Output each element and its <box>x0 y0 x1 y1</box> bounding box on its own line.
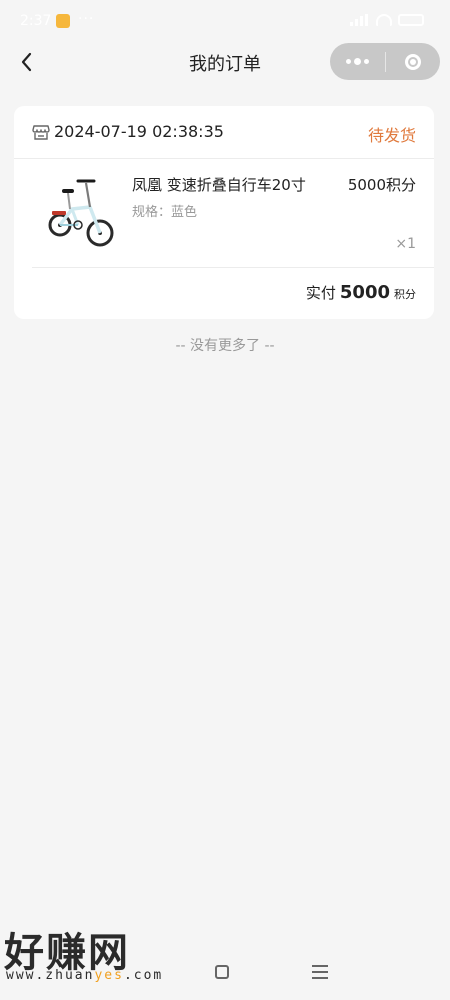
order-item[interactable]: 凤凰 变速折叠自行车20寸 规格：蓝色 5000积分 ×1 <box>14 159 434 267</box>
status-bar: 2:37 ··· <box>0 0 450 40</box>
signal-icon <box>350 14 370 26</box>
order-card[interactable]: 2024-07-19 02:38:35 待发货 凤凰 变速折叠自行车20寸 规格… <box>14 106 434 319</box>
product-spec: 规格：蓝色 <box>132 205 198 220</box>
product-name: 凤凰 变速折叠自行车20寸 <box>132 176 306 194</box>
home-key-icon[interactable] <box>215 965 229 979</box>
order-datetime: 2024-07-19 02:38:35 <box>54 122 224 141</box>
divider <box>32 267 434 268</box>
store-icon <box>32 125 50 140</box>
battery-icon <box>398 14 424 26</box>
close-miniprogram-button[interactable] <box>385 43 440 80</box>
product-quantity: ×1 <box>395 236 416 252</box>
order-status[interactable]: 待发货 <box>368 122 416 146</box>
more-dots-icon <box>345 58 369 65</box>
menu-key-icon[interactable] <box>312 965 328 979</box>
status-icons <box>350 14 424 26</box>
total-unit: 积分 <box>394 288 416 301</box>
status-time: 2:37 <box>20 13 52 29</box>
bicycle-product-image <box>48 179 114 247</box>
order-total: 实付 5000 积分 <box>306 282 416 303</box>
system-nav-bar <box>0 955 450 995</box>
more-button[interactable] <box>330 43 385 80</box>
nav-bar: 我的订单 <box>0 40 450 84</box>
wifi-icon <box>376 14 392 26</box>
order-header: 2024-07-19 02:38:35 待发货 <box>14 106 434 158</box>
total-amount: 5000 <box>339 282 390 303</box>
notification-app-icon <box>56 14 70 28</box>
list-end-text: -- 没有更多了 -- <box>175 338 275 354</box>
target-icon <box>404 53 421 70</box>
status-dots: ··· <box>78 11 95 27</box>
miniprogram-capsule <box>330 43 440 80</box>
total-label: 实付 <box>305 284 336 302</box>
product-price: 5000积分 <box>347 176 416 194</box>
